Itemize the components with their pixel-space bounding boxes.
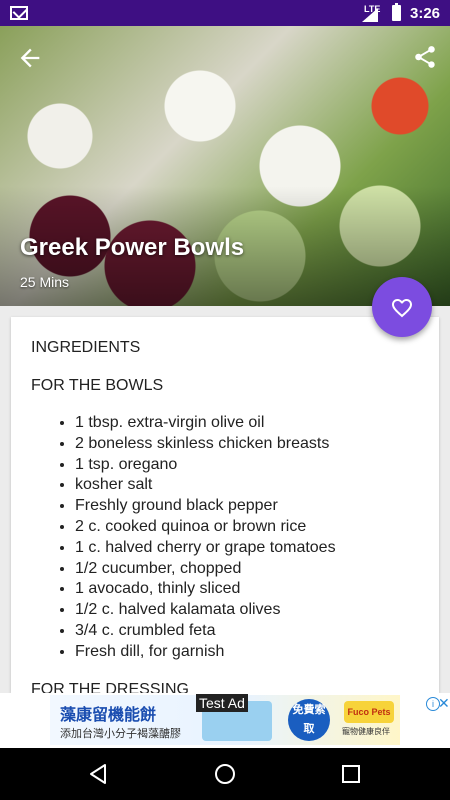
triangle-back-icon [90, 764, 106, 784]
dressing-heading: FOR THE DRESSING [31, 681, 189, 693]
network-type: LTE [364, 4, 381, 14]
gmail-notification-icon [10, 6, 28, 20]
list-item: 2 boneless skinless chicken breasts [75, 434, 336, 455]
ad-headline: 藻康留機能餅 [60, 707, 157, 724]
list-item: 3/4 c. crumbled feta [75, 621, 336, 642]
nav-back-button[interactable] [86, 762, 110, 786]
ad-subline: 添加台灣小分子褐藻醣膠 [60, 728, 181, 740]
favorite-button[interactable] [372, 277, 432, 337]
nav-home-button[interactable] [213, 762, 237, 786]
ingredients-heading: INGREDIENTS [31, 339, 141, 356]
ad-banner[interactable]: 藻康留機能餅 添加台灣小分子褐藻醣膠 免費索取 Fuco Pets 寵物健康良伴… [0, 693, 450, 748]
recipe-hero-image: Greek Power Bowls 25 Mins [0, 26, 450, 306]
nav-recents-button[interactable] [339, 762, 363, 786]
status-bar: LTE 3:26 [0, 0, 450, 26]
battery-icon [392, 3, 401, 21]
list-item: 1 c. halved cherry or grape tomatoes [75, 538, 336, 559]
ad-cta-button[interactable]: 免費索取 [288, 699, 330, 741]
list-item: 2 c. cooked quinoa or brown rice [75, 517, 336, 538]
test-ad-label: Test Ad [196, 694, 248, 712]
ad-brand-logo: Fuco Pets [344, 701, 394, 723]
ad-brand-tagline: 寵物健康良伴 [342, 727, 390, 736]
bowls-ingredient-list: 1 tbsp. extra-virgin olive oil 2 boneles… [53, 413, 336, 663]
heart-outline-icon [392, 299, 412, 318]
list-item: 1 tsp. oregano [75, 455, 336, 476]
list-item: Fresh dill, for garnish [75, 642, 336, 663]
square-recents-icon [342, 765, 360, 783]
system-navigation-bar [0, 748, 450, 800]
recipe-duration: 25 Mins [20, 274, 70, 290]
list-item: 1/2 cucumber, chopped [75, 559, 336, 580]
clock: 3:26 [410, 5, 441, 22]
share-icon [415, 46, 435, 68]
share-button[interactable] [412, 44, 438, 70]
list-item: Freshly ground black pepper [75, 496, 336, 517]
arrow-back-icon [20, 48, 40, 68]
ingredients-card: INGREDIENTS FOR THE BOWLS 1 tbsp. extra-… [11, 317, 439, 693]
list-item: 1/2 c. halved kalamata olives [75, 600, 336, 621]
recipe-title: Greek Power Bowls [20, 234, 245, 261]
ad-close-icon[interactable]: ✕ [438, 695, 450, 712]
list-item: kosher salt [75, 475, 336, 496]
bowls-heading: FOR THE BOWLS [31, 377, 164, 394]
list-item: 1 tbsp. extra-virgin olive oil [75, 413, 336, 434]
circle-home-icon [215, 764, 235, 784]
list-item: 1 avocado, thinly sliced [75, 579, 336, 600]
back-button[interactable] [16, 44, 44, 72]
